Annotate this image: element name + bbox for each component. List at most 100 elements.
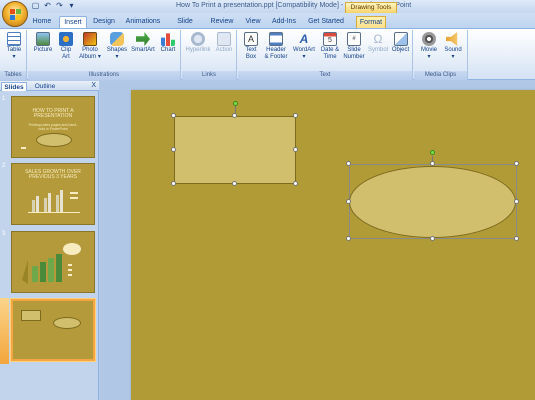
redo-icon[interactable]: ↷ [55,1,64,10]
resize-handle[interactable] [346,199,351,204]
object-icon [393,32,408,46]
thumbnail-ellipse [36,133,72,147]
thumbnail-title: SALES GROWTH OVER PREVIOUS 3 YEARS [25,169,81,180]
shapes-button[interactable]: Shapes ▾ [106,32,128,60]
ribbon-tabs: Home Insert Design Animations Slide Show… [0,13,535,36]
tab-outline[interactable]: Outline [30,82,60,91]
save-icon[interactable]: ▢ [31,1,40,10]
office-button[interactable] [2,1,28,27]
thumbnail-subtitle: Printing notes pages and hand- outs in P… [28,123,78,131]
ribbon: Table ▾ Tables Picture Clip Art Photo Al… [0,28,535,80]
calendar-icon: 5 [323,32,337,46]
picture-icon [36,32,50,46]
tab-design[interactable]: Design [92,16,116,28]
tab-home[interactable]: Home [31,16,53,28]
resize-handle[interactable] [232,113,237,118]
slide-thumbnail-4[interactable] [11,299,95,361]
chart-button[interactable]: Chart [158,32,178,54]
group-label-tables: Tables [0,71,26,80]
text-box-button[interactable]: A Text Box [242,32,260,60]
thumbnail-number: 1 [2,96,6,102]
close-pane-button[interactable]: X [91,81,96,91]
resize-handle[interactable] [293,113,298,118]
thumbnail-number: 3 [2,231,6,237]
smartart-icon [136,32,150,46]
tab-animations[interactable]: Animations [124,16,162,28]
photo-album-button[interactable]: Photo Album ▾ [78,32,102,60]
picture-button[interactable]: Picture [32,32,54,54]
tab-view[interactable]: View [243,16,263,28]
rotation-handle[interactable] [430,150,435,155]
slide-number-icon: # [347,32,361,46]
header-footer-icon [269,32,283,46]
table-button[interactable]: Table ▾ [4,32,24,60]
slides-pane: Slides Outline X 1 HOW TO PRINT A PRESEN… [0,81,99,400]
photo-album-icon [83,32,97,46]
qat-dropdown-icon[interactable]: ▾ [67,1,76,10]
tab-format[interactable]: Format [356,16,386,28]
resize-handle[interactable] [514,236,519,241]
resize-handle[interactable] [171,147,176,152]
table-icon [7,32,21,46]
chart-icon [161,33,175,46]
rectangle-shape[interactable] [174,116,296,184]
action-button[interactable]: Action [213,32,235,54]
clip-art-icon [59,32,73,46]
group-tables: Table ▾ Tables [0,30,27,80]
thumbnail-title: HOW TO PRINT A PRESENTATION [32,108,74,119]
tab-get-started[interactable]: Get Started [306,16,346,28]
movie-button[interactable]: Movie ▾ [418,32,440,60]
slide-thumbnail-3[interactable] [11,231,95,293]
hyperlink-button[interactable]: Hyperlink [185,32,211,54]
tab-slides[interactable]: Slides [1,82,27,91]
slide-thumbnail-1[interactable]: HOW TO PRINT A PRESENTATION Printing not… [11,96,95,158]
office-logo-icon [10,9,21,20]
group-media-clips: Movie ▾ Sound ▾ Media Clips [414,30,468,80]
hyperlink-icon [191,32,205,46]
resize-handle[interactable] [346,236,351,241]
thumbnail-number: 2 [2,163,6,169]
tab-insert[interactable]: Insert [59,16,87,28]
thumbnail-selected-strip [0,298,9,364]
contextual-tab-group-label: Drawing Tools [345,2,397,13]
speaker-icon [446,32,458,46]
resize-handle[interactable] [514,199,519,204]
resize-handle[interactable] [293,181,298,186]
omega-icon: Ω [373,32,383,46]
thumbnail-3d-chart [22,243,81,284]
action-icon [217,32,231,46]
header-footer-button[interactable]: Header & Footer [263,32,289,60]
slide-number-button[interactable]: # Slide Number [342,32,366,60]
resize-handle[interactable] [232,181,237,186]
resize-handle[interactable] [430,236,435,241]
slide-thumbnail-2[interactable]: SALES GROWTH OVER PREVIOUS 3 YEARS [11,163,95,225]
resize-handle[interactable] [430,161,435,166]
object-button[interactable]: Object [390,32,411,54]
group-text: A Text Box Header & Footer A WordArt ▾ 5… [238,30,413,80]
tab-review[interactable]: Review [209,16,235,28]
group-illustrations: Picture Clip Art Photo Album ▾ Shapes ▾ … [28,30,181,80]
wordart-button[interactable]: A WordArt ▾ [291,32,317,60]
clip-art-button[interactable]: Clip Art [58,32,74,60]
pane-tabs: Slides Outline X [0,81,99,91]
film-reel-icon [422,32,436,46]
tab-add-ins[interactable]: Add-Ins [270,16,298,28]
smartart-button[interactable]: SmartArt [130,32,156,54]
symbol-button[interactable]: Ω Symbol [366,32,390,54]
resize-handle[interactable] [171,181,176,186]
resize-handle[interactable] [346,161,351,166]
thumbnail-mini-box [21,147,26,149]
text-box-icon: A [244,32,258,46]
resize-handle[interactable] [171,113,176,118]
undo-icon[interactable]: ↶ [43,1,52,10]
thumbnail-ellipse [53,317,81,329]
ellipse-shape[interactable] [349,166,516,238]
sound-button[interactable]: Sound ▾ [442,32,464,60]
rotation-handle[interactable] [233,101,238,106]
resize-handle[interactable] [514,161,519,166]
date-time-button[interactable]: 5 Date & Time [319,32,341,60]
resize-handle[interactable] [293,147,298,152]
tab-slide-show[interactable]: Slide Show [169,16,201,36]
group-label-text: Text [238,71,412,80]
shapes-icon [110,32,124,46]
